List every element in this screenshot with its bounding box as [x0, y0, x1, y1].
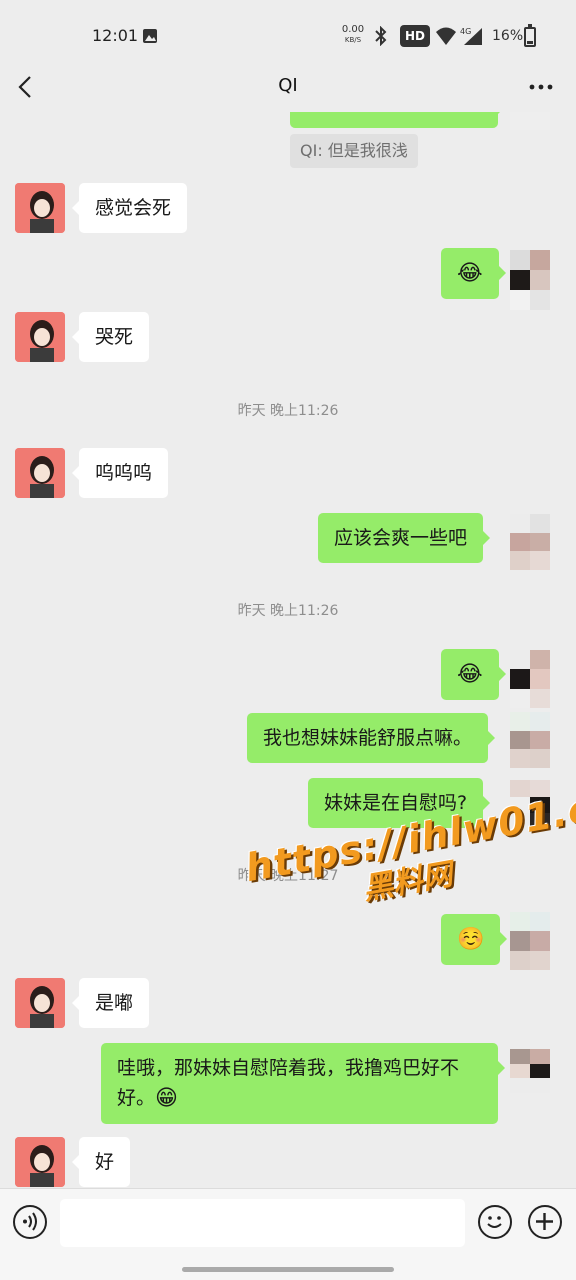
girl-avatar-icon — [15, 312, 65, 362]
my-avatar[interactable] — [510, 712, 550, 768]
my-avatar[interactable] — [510, 250, 550, 310]
home-indicator[interactable] — [182, 1267, 394, 1272]
girl-avatar-icon — [15, 183, 65, 233]
message-input[interactable] — [60, 1199, 465, 1247]
plus-button[interactable] — [528, 1205, 562, 1239]
battery-icon — [524, 24, 536, 47]
laughing-tears-emoji: 😂 — [457, 661, 483, 687]
message-outgoing[interactable]: 😂 — [441, 248, 506, 299]
wifi-icon — [436, 27, 456, 45]
plus-icon — [536, 1213, 553, 1230]
emoji-button[interactable] — [478, 1205, 512, 1239]
my-avatar[interactable] — [510, 1049, 550, 1093]
my-avatar[interactable] — [510, 650, 550, 708]
message-outgoing[interactable]: ☺️ — [441, 914, 508, 965]
chat-area[interactable]: QI: 但是我很浅 感觉会死 😂 哭死 昨天 晚上11:26 呜呜呜 应该会爽一… — [0, 112, 576, 1188]
quoted-message[interactable]: QI: 但是我很浅 — [290, 134, 418, 168]
net-speed: 0.00 KB/S — [341, 24, 365, 45]
network-type: 4G — [460, 27, 471, 36]
contact-avatar[interactable] — [15, 448, 65, 498]
signal-icon: 4G — [460, 27, 482, 45]
message-outgoing[interactable]: 我也想妹妹能舒服点嘛。 — [247, 713, 496, 763]
contact-avatar[interactable] — [15, 978, 65, 1028]
message-outgoing[interactable]: 应该会爽一些吧 — [318, 513, 491, 563]
my-avatar[interactable] — [510, 112, 550, 130]
smiling-emoji: ☺️ — [457, 926, 485, 952]
message-outgoing[interactable]: 哇哦，那妹妹自慰陪着我，我撸鸡巴好不好。😁 — [101, 1043, 505, 1124]
time-divider: 昨天 晚上11:27 — [237, 868, 339, 884]
girl-avatar-icon — [15, 1137, 65, 1187]
voice-icon — [23, 1212, 37, 1231]
my-avatar[interactable] — [510, 780, 550, 830]
chat-title: QI — [278, 75, 298, 96]
message-outgoing[interactable]: 妹妹是在自慰吗? — [308, 778, 491, 828]
my-avatar[interactable] — [510, 514, 550, 570]
laughing-tears-emoji: 😂 — [457, 260, 483, 286]
message-incoming[interactable]: 感觉会死 — [71, 183, 188, 233]
battery-percent: 16% — [492, 28, 524, 44]
hd-badge: HD — [400, 25, 430, 47]
nav-bar: QI — [0, 62, 576, 112]
message-outgoing-cut[interactable] — [290, 112, 505, 128]
smiley-icon — [487, 1216, 502, 1228]
message-incoming[interactable]: 哭死 — [71, 312, 150, 362]
message-outgoing[interactable]: 😂 — [441, 649, 506, 700]
grinning-emoji: 😁 — [155, 1085, 178, 1111]
time-divider: 昨天 晚上11:26 — [237, 603, 339, 619]
time-divider: 昨天 晚上11:26 — [237, 403, 339, 419]
battery-level — [527, 41, 533, 44]
message-incoming[interactable]: 是嘟 — [71, 978, 150, 1028]
bluetooth-icon — [375, 26, 387, 46]
contact-avatar[interactable] — [15, 312, 65, 362]
voice-button[interactable] — [13, 1205, 47, 1239]
message-incoming[interactable]: 好 — [71, 1137, 131, 1187]
girl-avatar-icon — [15, 448, 65, 498]
contact-avatar[interactable] — [15, 1137, 65, 1187]
more-icon[interactable] — [528, 74, 554, 100]
message-incoming[interactable]: 呜呜呜 — [71, 448, 169, 498]
my-avatar[interactable] — [510, 912, 550, 970]
gallery-icon — [143, 29, 157, 43]
status-time: 12:01 — [92, 26, 139, 45]
girl-avatar-icon — [15, 978, 65, 1028]
input-bar — [0, 1188, 576, 1280]
contact-avatar[interactable] — [15, 183, 65, 233]
